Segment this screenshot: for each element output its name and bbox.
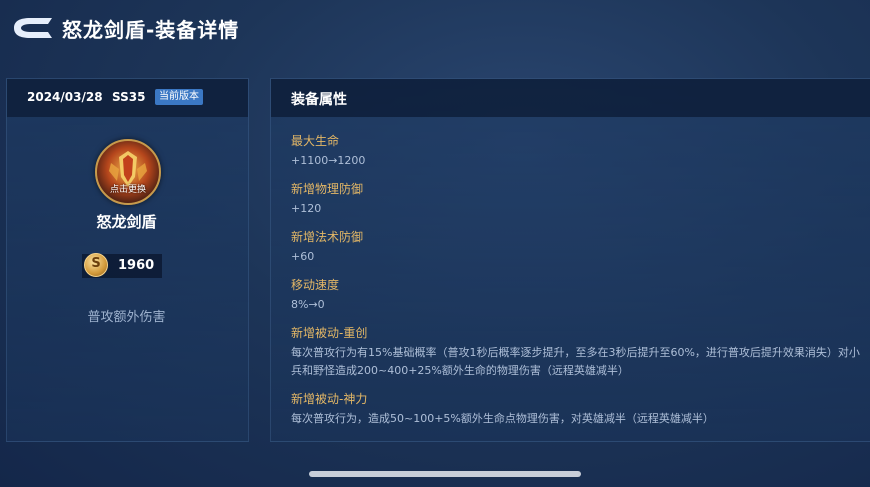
attribute-max-hp: 最大生命 +1100→1200 [291,133,866,170]
current-version-badge: 当前版本 [155,89,203,105]
attribute-name: 新增法术防御 [291,230,364,244]
attribute-move-speed: 移动速度 8%→0 [291,277,866,314]
attribute-physical-defense: 新增物理防御 +120 [291,181,866,218]
attribute-name: 新增被动-神力 [291,392,368,406]
item-short-description: 普攻额外伤害 [87,310,166,325]
back-arrow-icon[interactable] [8,14,56,42]
attribute-name: 移动速度 [291,278,340,292]
version-bar: 2024/03/28 SS35 当前版本 [7,79,248,117]
attribute-name: 新增被动-重创 [291,326,368,340]
section-title: 装备属性 [291,92,347,108]
attributes-panel: 装备属性 最大生命 +1100→1200 新增物理防御 +120 新增法术防御 … [270,78,870,442]
attribute-name: 最大生命 [291,134,340,148]
version-date: 2024/03/28 [27,90,103,104]
attribute-name: 新增物理防御 [291,182,364,196]
attribute-value: +120 [291,202,322,215]
item-icon-button[interactable]: 点击更换 [95,139,161,205]
attribute-value: +60 [291,250,315,263]
attribute-value: 每次普攻行为有15%基础概率（普攻1秒后概率逐步提升，至多在3秒后提升至60%，… [291,346,860,377]
gold-coin-icon: S [84,253,108,277]
home-indicator[interactable] [309,471,581,477]
attribute-value: +1100→1200 [291,154,366,167]
change-caption: 点击更换 [109,185,146,195]
top-bar: 怒龙剑盾-装备详情 [0,0,870,60]
season-label: SS35 [112,90,146,104]
attribute-value: 8%→0 [291,298,325,311]
item-name: 怒龙剑盾 [96,213,157,231]
attribute-magic-defense: 新增法术防御 +60 [291,229,866,266]
page-title: 怒龙剑盾-装备详情 [62,18,240,42]
attribute-passive-heavy-blow: 新增被动-重创 每次普攻行为有15%基础概率（普攻1秒后概率逐步提升，至多在3秒… [291,325,866,380]
attribute-value: 每次普攻行为，造成50~100+5%额外生命点物理伤害，对英雄减半（远程英雄减半… [291,412,714,425]
item-price: 1960 [118,258,155,273]
attribute-passive-divine-power: 新增被动-神力 每次普攻行为，造成50~100+5%额外生命点物理伤害，对英雄减… [291,391,866,428]
attributes-header: 装备属性 [271,79,870,117]
